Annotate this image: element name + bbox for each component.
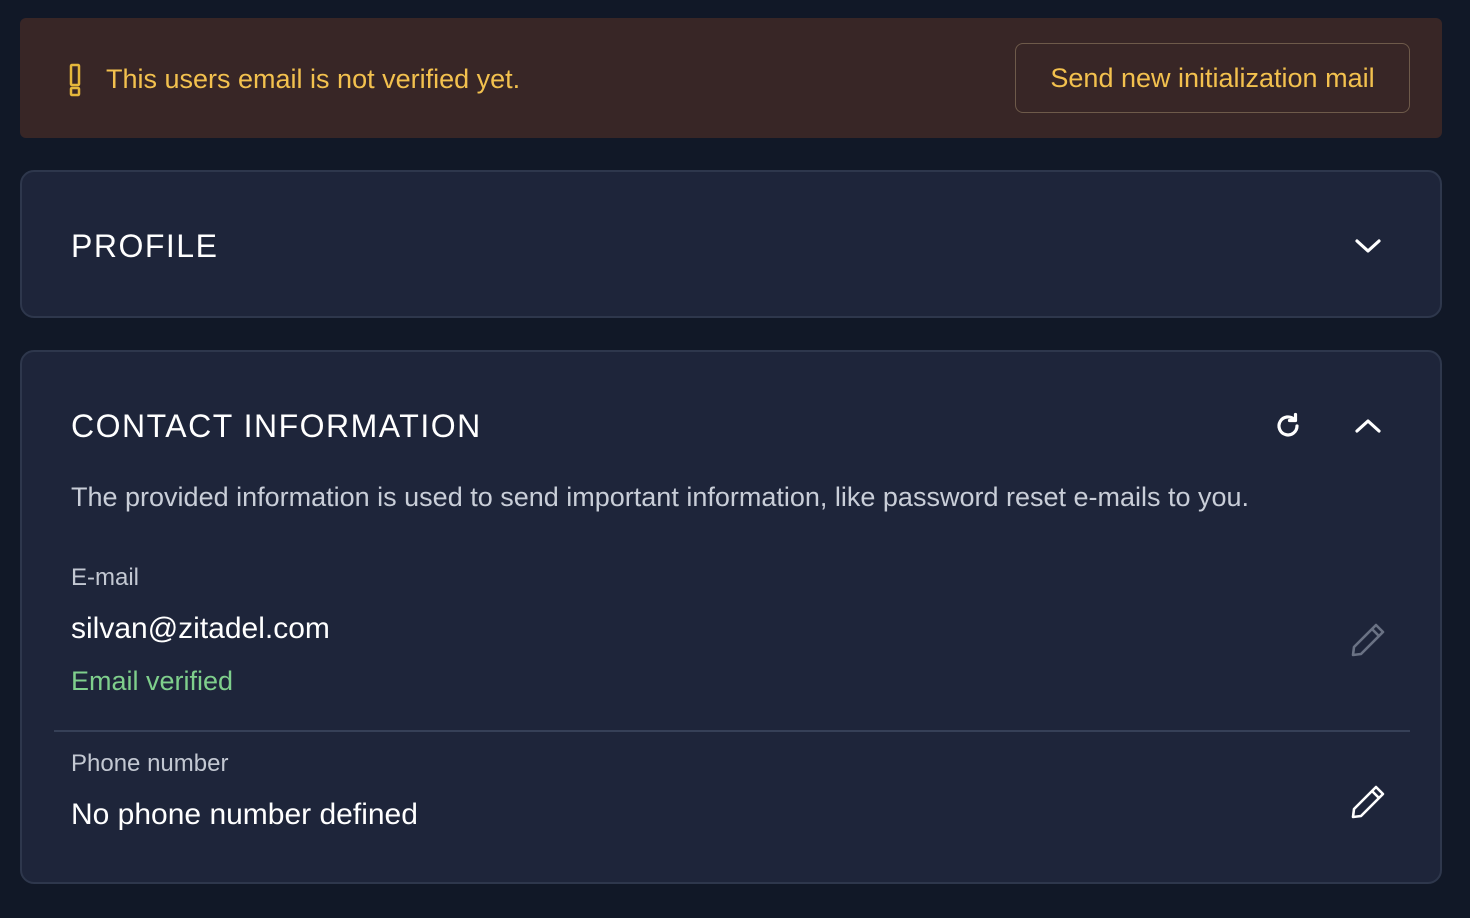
pencil-icon[interactable] <box>1348 782 1388 822</box>
pencil-icon[interactable] <box>1348 620 1388 660</box>
email-label: E-mail <box>71 564 140 591</box>
warning-message: This users email is not verified yet. <box>106 64 521 94</box>
contact-information-title: CONTACT INFORMATION <box>71 408 482 444</box>
contact-information-card: CONTACT INFORMATION The provided informa… <box>20 350 1442 884</box>
field-divider <box>54 730 1410 732</box>
email-verified-status: Email verified <box>71 666 234 696</box>
phone-label: Phone number <box>71 750 229 777</box>
chevron-up-icon[interactable] <box>1348 406 1388 446</box>
exclamation-icon <box>64 62 86 98</box>
refresh-icon[interactable] <box>1268 406 1308 446</box>
email-value: silvan@zitadel.com <box>71 612 330 645</box>
contact-description: The provided information is used to send… <box>71 482 1250 512</box>
phone-value: No phone number defined <box>71 798 418 831</box>
chevron-down-icon[interactable] <box>1348 226 1388 266</box>
profile-card[interactable]: PROFILE <box>20 170 1442 318</box>
send-initialization-mail-button[interactable]: Send new initialization mail <box>1015 43 1410 113</box>
profile-title: PROFILE <box>71 228 219 264</box>
email-warning-banner: This users email is not verified yet. Se… <box>20 18 1442 138</box>
